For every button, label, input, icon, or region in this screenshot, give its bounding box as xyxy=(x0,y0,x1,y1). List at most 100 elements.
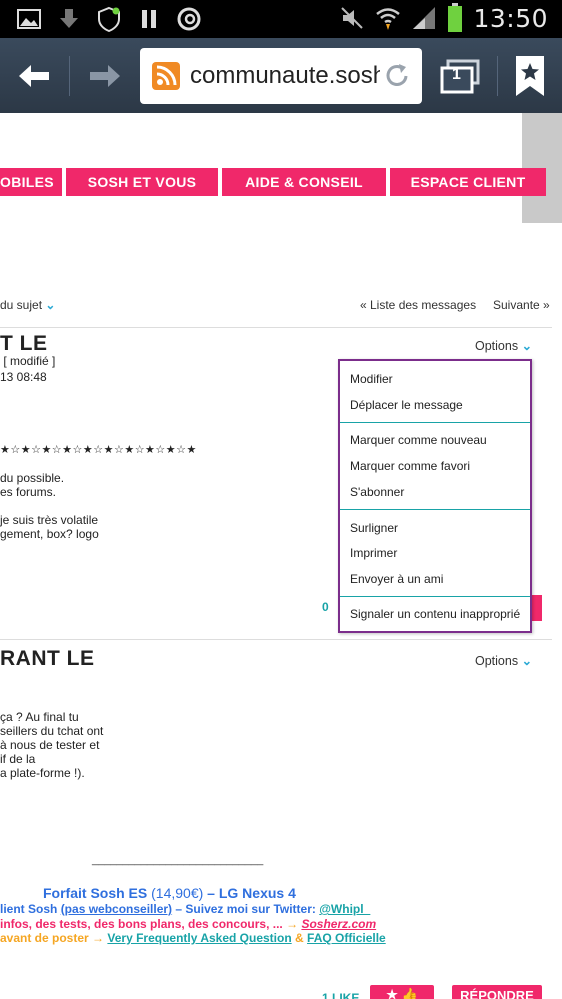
back-button[interactable] xyxy=(0,38,68,113)
options-label: Options xyxy=(475,339,519,353)
arrow-icon: → xyxy=(286,917,299,931)
toolbar-divider xyxy=(69,56,70,96)
options-button[interactable]: Options ⌄ xyxy=(475,338,532,353)
signature-line-4: avant de poster → Very Frequently Asked … xyxy=(0,931,386,945)
options-label: Options xyxy=(475,654,519,668)
tabs-button[interactable]: 1 xyxy=(430,38,490,113)
menu-item-abonner[interactable]: S'abonner xyxy=(350,485,404,499)
post-line: je suis très volatile xyxy=(0,513,99,527)
post-date: 13 08:48 xyxy=(0,370,47,384)
post-title[interactable]: RANT LE xyxy=(0,647,95,671)
post-modified: [ modifié ] xyxy=(0,354,55,368)
options-dropdown-menu: Modifier Déplacer le message Marquer com… xyxy=(338,359,532,633)
bookmarks-button[interactable] xyxy=(505,38,555,113)
vfaq-link[interactable]: Very Frequently Asked Question xyxy=(107,931,291,945)
menu-item-marquer-favori[interactable]: Marquer comme favori xyxy=(350,459,470,473)
menu-separator xyxy=(340,422,530,423)
post-line: du possible. xyxy=(0,471,65,485)
nav-item-sosh-et-vous[interactable]: SOSH ET VOUS xyxy=(66,168,218,196)
app-icon xyxy=(177,7,201,31)
signature-line-3: infos, des tests, des bons plans, des co… xyxy=(0,917,376,931)
post-line: seillers du tchat ont xyxy=(0,724,104,738)
chevron-down-icon: ⌄ xyxy=(521,654,533,668)
nav-label: SOSH ET VOUS xyxy=(87,174,197,190)
like-count-partial[interactable]: 0 xyxy=(322,600,329,614)
chevron-down-icon: ⌄ xyxy=(45,298,56,312)
next-link[interactable]: Suivante » xyxy=(493,298,550,312)
nav-label: ESPACE CLIENT xyxy=(410,174,526,190)
sig-text: Forfait Sosh ES xyxy=(43,885,148,901)
star-icon: ★ xyxy=(386,987,398,999)
thread-subject-link[interactable]: du sujet ⌄ xyxy=(0,298,55,312)
sig-text: lient Sosh xyxy=(0,902,58,916)
toolbar-divider xyxy=(497,56,498,96)
menu-item-deplacer[interactable]: Déplacer le message xyxy=(350,398,463,412)
twitter-link[interactable]: @Whipl_ xyxy=(319,902,370,916)
signal-icon xyxy=(413,7,436,29)
like-count[interactable]: 1 LIKE xyxy=(322,991,359,999)
sosherz-link[interactable]: Sosherz.com xyxy=(301,917,376,931)
modified-label[interactable]: [ modifié ] xyxy=(3,354,55,368)
mute-icon xyxy=(341,7,364,29)
menu-item-signaler[interactable]: Signaler un contenu inapproprié xyxy=(350,607,520,621)
menu-separator xyxy=(340,596,530,597)
forward-button[interactable] xyxy=(72,38,138,113)
bookmark-star-icon xyxy=(516,55,544,96)
menu-item-envoyer-ami[interactable]: Envoyer à un ami xyxy=(350,572,443,586)
arrow-icon: → xyxy=(92,931,105,945)
sig-text: & xyxy=(295,931,304,945)
nav-label: AIDE & CONSEIL xyxy=(245,174,363,190)
signature-line-1: Forfait Sosh ES (14,90€) – LG Nexus 4 xyxy=(43,885,296,901)
sig-text: (14,90€) xyxy=(151,885,204,901)
menu-item-modifier[interactable]: Modifier xyxy=(350,372,393,386)
sig-text: – Suivez moi sur Twitter: xyxy=(175,902,316,916)
faq-link[interactable]: FAQ Officielle xyxy=(307,931,386,945)
post-line: ça ? Au final tu xyxy=(0,710,79,724)
forward-arrow-icon xyxy=(90,64,120,87)
shield-icon xyxy=(98,6,120,32)
nav-item-espace-client[interactable]: ESPACE CLIENT xyxy=(390,168,546,196)
reply-button[interactable]: RÉPONDRE xyxy=(452,985,542,999)
url-bar[interactable]: communaute.sosh xyxy=(140,48,422,104)
signature-rule: ____________________________ xyxy=(92,854,264,866)
message-list-link[interactable]: « Liste des messages xyxy=(360,298,476,312)
divider xyxy=(0,639,552,640)
main-nav: OBILES SOSH ET VOUS AIDE & CONSEIL ESPAC… xyxy=(0,168,548,196)
sig-text: avant de poster xyxy=(0,931,89,945)
rank-stars: ★☆★☆★☆★☆★☆★☆★☆★☆★☆★ xyxy=(0,444,197,456)
thumbs-up-icon: 👍 xyxy=(401,987,418,999)
sig-link[interactable]: (pas webconseiller) xyxy=(61,902,172,916)
menu-item-imprimer[interactable]: Imprimer xyxy=(350,546,397,560)
divider xyxy=(0,327,552,328)
browser-toolbar: communaute.sosh 1 xyxy=(0,38,562,113)
post-line: es forums. xyxy=(0,485,57,499)
menu-separator xyxy=(340,509,530,510)
nav-item-mobiles[interactable]: OBILES xyxy=(0,168,62,196)
back-arrow-icon xyxy=(19,64,49,87)
post-line: à nous de tester et xyxy=(0,738,100,752)
url-text: communaute.sosh xyxy=(190,62,380,89)
pause-icon xyxy=(142,10,156,28)
reload-icon[interactable] xyxy=(382,61,412,91)
gallery-icon xyxy=(17,9,41,29)
signature-line-2: lient Sosh (pas webconseiller) – Suivez … xyxy=(0,902,370,916)
web-page: OBILES SOSH ET VOUS AIDE & CONSEIL ESPAC… xyxy=(0,113,562,999)
thread-subject-label: du sujet xyxy=(0,298,43,312)
post-line: a plate-forme !). xyxy=(0,766,85,780)
chevron-down-icon: ⌄ xyxy=(521,339,533,353)
post-title[interactable]: T LE xyxy=(0,332,48,356)
options-button[interactable]: Options ⌄ xyxy=(475,653,532,668)
menu-item-surligner[interactable]: Surligner xyxy=(350,521,398,535)
status-bar: 13:50 xyxy=(0,0,562,38)
nav-label: OBILES xyxy=(0,174,54,190)
menu-item-marquer-nouveau[interactable]: Marquer comme nouveau xyxy=(350,433,487,447)
tab-count: 1 xyxy=(452,66,461,83)
post-line: gement, box? logo xyxy=(0,527,99,541)
battery-icon xyxy=(448,3,463,32)
nav-item-aide-conseil[interactable]: AIDE & CONSEIL xyxy=(222,168,386,196)
sig-text: infos, des tests, des bons plans, des co… xyxy=(0,917,283,931)
wifi-icon xyxy=(376,8,401,30)
rss-icon xyxy=(152,62,180,90)
like-button[interactable]: ★ 👍 xyxy=(370,985,434,999)
clock: 13:50 xyxy=(473,3,548,33)
